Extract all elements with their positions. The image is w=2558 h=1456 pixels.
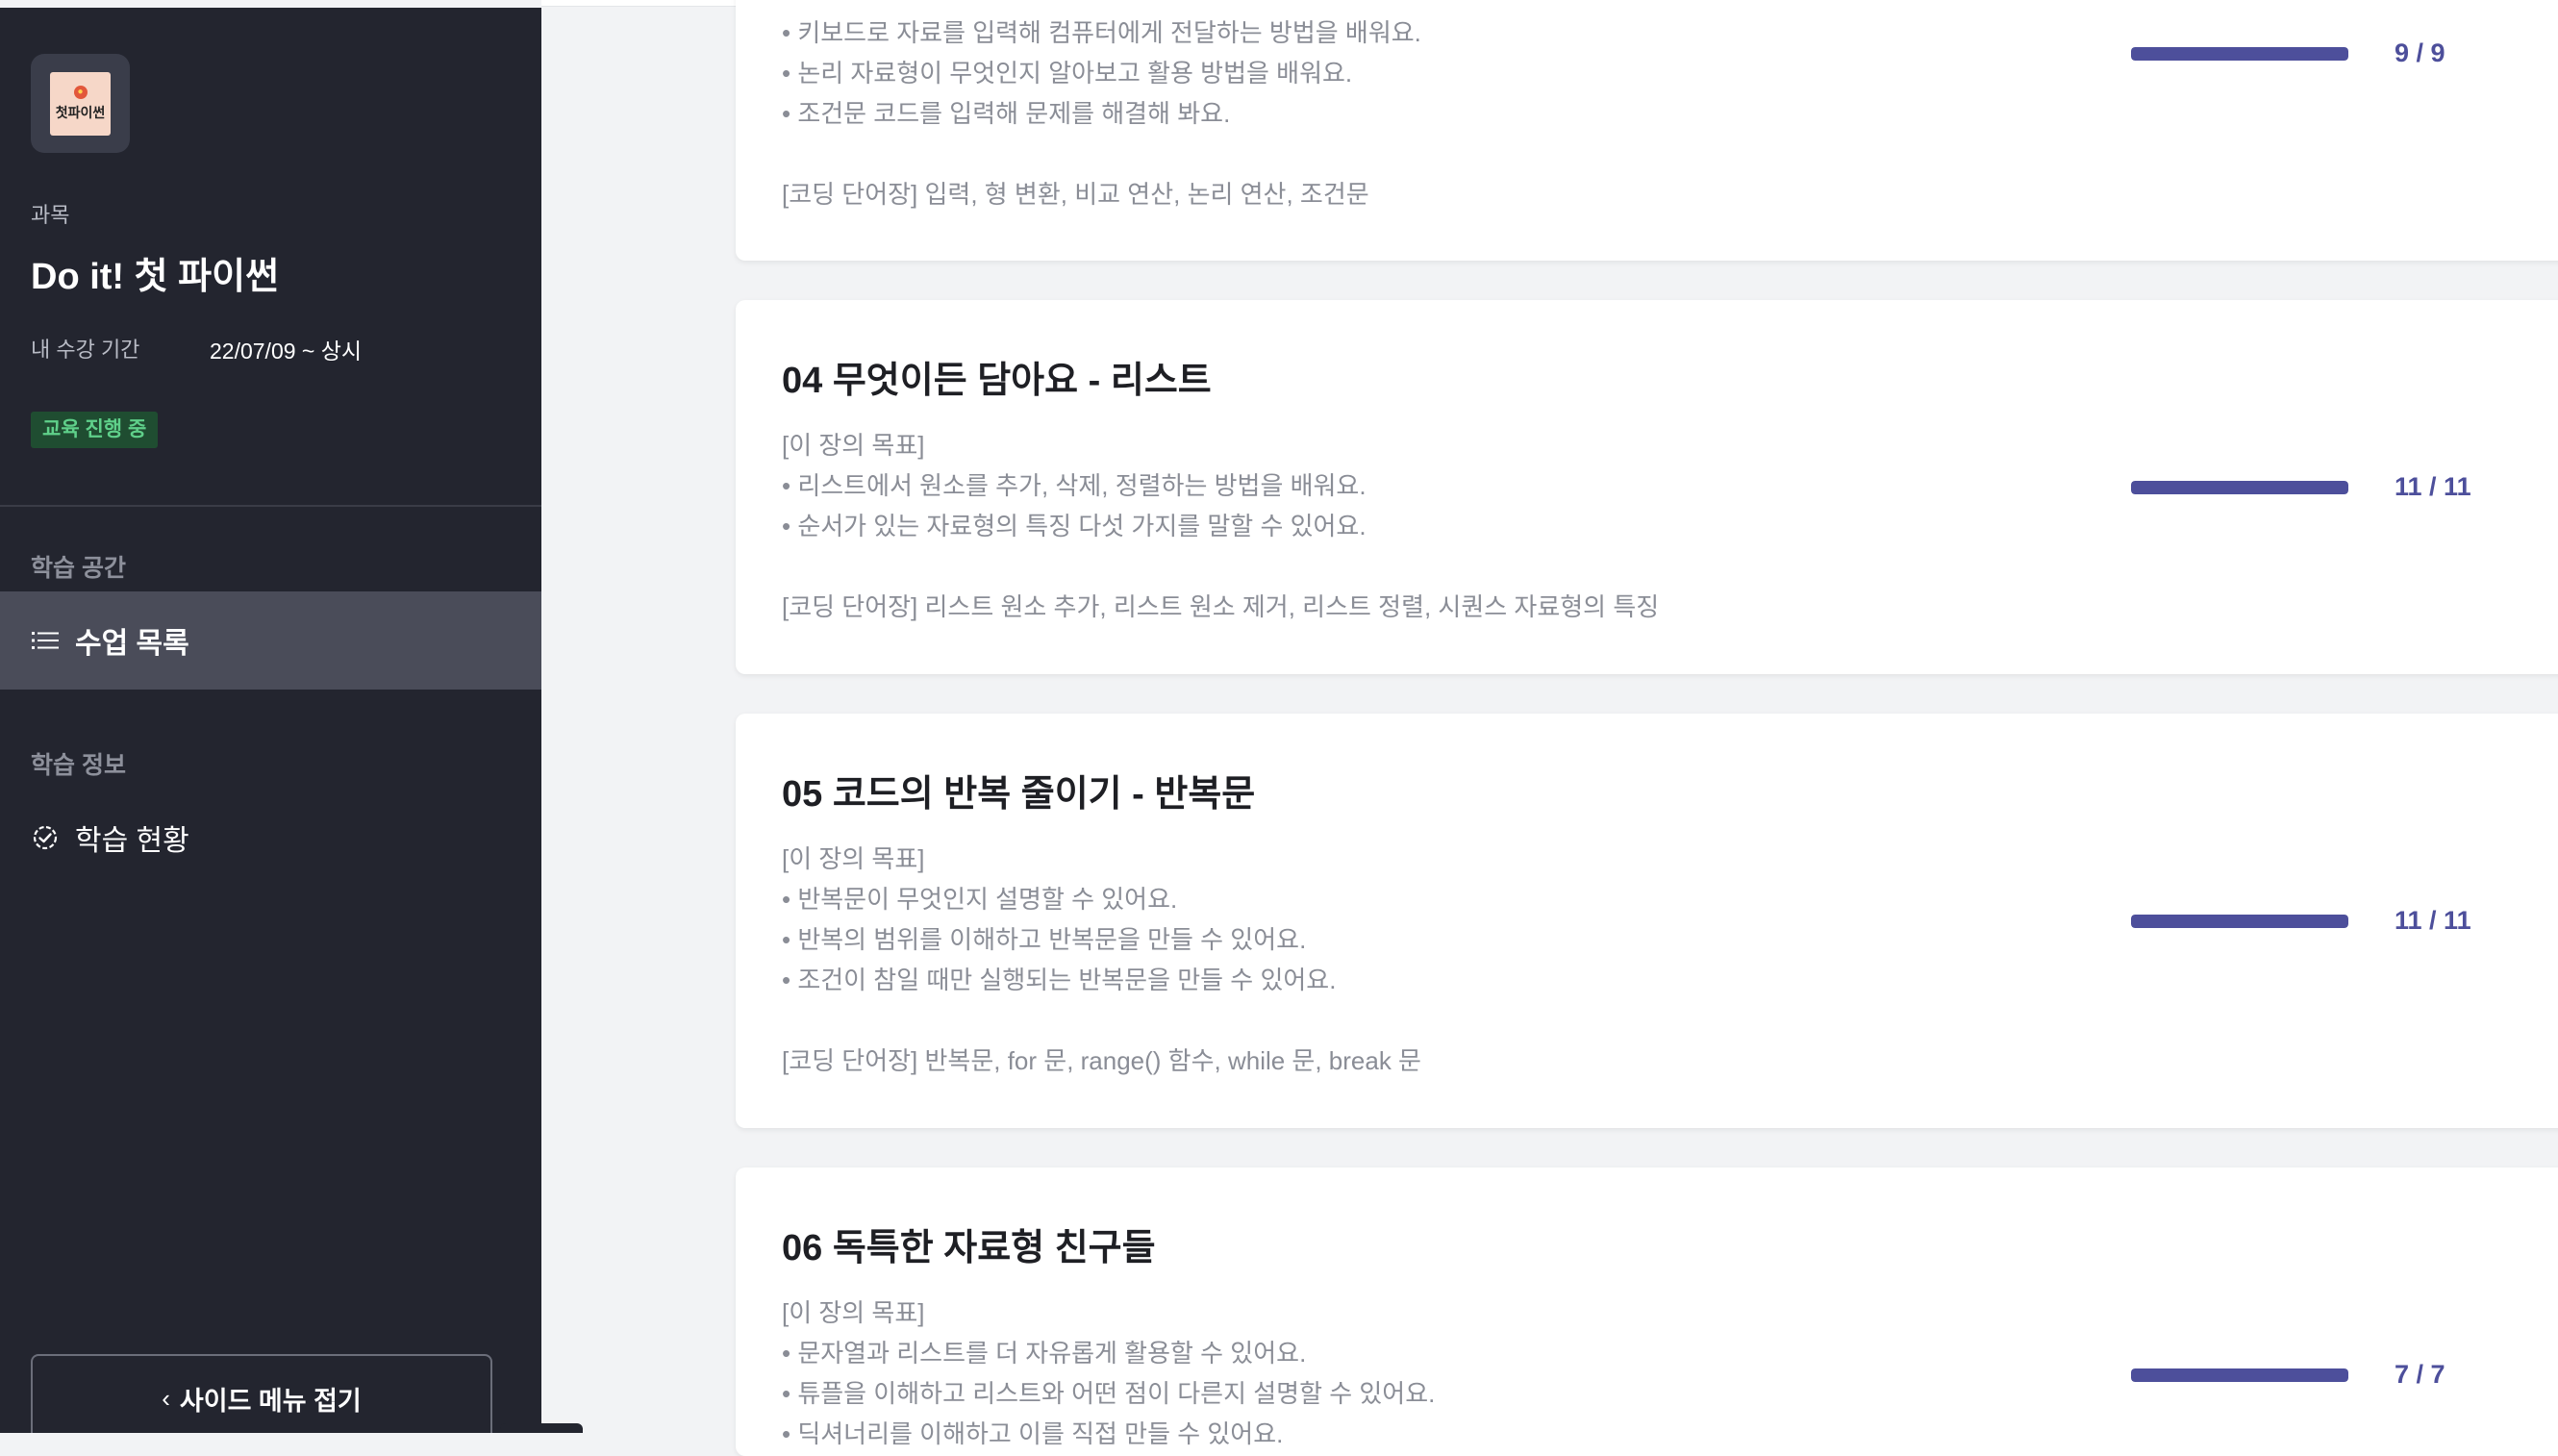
sidebar-item-label: 학습 현황 xyxy=(75,825,189,857)
goal-label: [이 장의 목표] xyxy=(782,431,925,460)
coding-keywords: [코딩 단어장] 반복문, for 문, range() 함수, while 문… xyxy=(782,1046,1421,1075)
sidebar-divider xyxy=(0,505,541,507)
section-title-learning-info: 학습 정보 xyxy=(31,752,126,779)
chapter-goals: • 키보드로 자료를 입력해 컴퓨터에게 전달하는 방법을 배워요. • 논리 … xyxy=(782,13,1421,214)
progress-count: 7 / 7 xyxy=(2395,1360,2445,1389)
chapter-goals: [이 장의 목표] • 반복문이 무엇인지 설명할 수 있어요. • 반복의 범… xyxy=(782,839,1421,1081)
chapter-title: 05 코드의 반복 줄이기 - 반복문 xyxy=(782,774,1256,815)
course-title: Do it! 첫 파이썬 xyxy=(31,257,280,297)
course-label: 과목 xyxy=(31,203,70,227)
goal-line: • 반복문이 무엇인지 설명할 수 있어요. xyxy=(782,885,1178,914)
progress-count: 9 / 9 xyxy=(2395,38,2445,67)
book-cover-icon: ● 첫파이썬 xyxy=(50,71,111,136)
goal-label: [이 장의 목표] xyxy=(782,1298,925,1327)
coding-keywords: [코딩 단어장] 입력, 형 변환, 비교 연산, 논리 연산, 조건문 xyxy=(782,180,1369,209)
sidebar-item-label: 수업 목록 xyxy=(75,628,189,660)
python-logo-icon: ● xyxy=(73,85,88,99)
period-label: 내 수강 기간 xyxy=(31,338,140,362)
check-circle-icon xyxy=(31,823,60,852)
goal-line: • 리스트에서 원소를 추가, 삭제, 정렬하는 방법을 배워요. xyxy=(782,471,1367,500)
goal-line: • 딕셔너리를 이해하고 이를 직접 만들 수 있어요. xyxy=(782,1419,1284,1448)
goal-line: • 튜플을 이해하고 리스트와 어떤 점이 다른지 설명할 수 있어요. xyxy=(782,1379,1436,1408)
progress-fill xyxy=(2131,47,2348,61)
chapter-card[interactable]: 04 무엇이든 담아요 - 리스트 [이 장의 목표] • 리스트에서 원소를 … xyxy=(736,300,2558,674)
goal-line: • 논리 자료형이 무엇인지 알아보고 활용 방법을 배워요. xyxy=(782,59,1353,88)
progress-count: 11 / 11 xyxy=(2395,472,2471,501)
status-badge: 교육 진행 중 xyxy=(31,412,159,448)
chevron-left-icon: ‹ xyxy=(162,1383,170,1413)
chapter-card[interactable]: • 키보드로 자료를 입력해 컴퓨터에게 전달하는 방법을 배워요. • 논리 … xyxy=(736,0,2558,261)
goal-line: • 순서가 있는 자료형의 특징 다섯 가지를 말할 수 있어요. xyxy=(782,512,1367,540)
period-value: 22/07/09 ~ 상시 xyxy=(210,339,363,364)
progress-count: 11 / 11 xyxy=(2395,906,2471,935)
chapter-goals: [이 장의 목표] • 문자열과 리스트를 더 자유롭게 활용할 수 있어요. … xyxy=(782,1293,1435,1454)
chapter-title: 06 독특한 자료형 친구들 xyxy=(782,1228,1156,1268)
chapter-goals: [이 장의 목표] • 리스트에서 원소를 추가, 삭제, 정렬하는 방법을 배… xyxy=(782,425,1659,627)
goal-line: • 반복의 범위를 이해하고 반복문을 만들 수 있어요. xyxy=(782,925,1307,954)
goal-line: • 조건이 참일 때만 실행되는 반복문을 만들 수 있어요. xyxy=(782,966,1337,994)
collapse-sidebar-button[interactable]: ‹ 사이드 메뉴 접기 xyxy=(31,1354,492,1433)
progress-fill xyxy=(2131,915,2348,928)
progress-fill xyxy=(2131,481,2348,494)
goal-line: • 키보드로 자료를 입력해 컴퓨터에게 전달하는 방법을 배워요. xyxy=(782,18,1421,47)
collapse-label: 사이드 메뉴 접기 xyxy=(179,1386,362,1416)
progress-fill xyxy=(2131,1368,2348,1382)
goal-line: • 조건문 코드를 입력해 문제를 해결해 봐요. xyxy=(782,99,1231,128)
progress-bar xyxy=(2131,1368,2348,1382)
sidebar-item-learning-status[interactable]: 학습 현황 xyxy=(0,789,541,887)
coding-keywords: [코딩 단어장] 리스트 원소 추가, 리스트 원소 제거, 리스트 정렬, 시… xyxy=(782,592,1660,621)
goal-line: • 문자열과 리스트를 더 자유롭게 활용할 수 있어요. xyxy=(782,1339,1307,1368)
lesson-list: • 키보드로 자료를 입력해 컴퓨터에게 전달하는 방법을 배워요. • 논리 … xyxy=(541,0,2558,1456)
progress-bar xyxy=(2131,47,2348,61)
progress-bar xyxy=(2131,481,2348,494)
chapter-card[interactable]: 05 코드의 반복 줄이기 - 반복문 [이 장의 목표] • 반복문이 무엇인… xyxy=(736,714,2558,1128)
list-icon xyxy=(31,626,60,655)
progress-bar xyxy=(2131,915,2348,928)
logo-text: 첫파이썬 xyxy=(55,104,106,120)
sidebar: ● 첫파이썬 과목 Do it! 첫 파이썬 내 수강 기간 22/07/09 … xyxy=(0,8,541,1433)
section-title-learning-space: 학습 공간 xyxy=(31,555,126,582)
chapter-title: 04 무엇이든 담아요 - 리스트 xyxy=(782,361,1212,401)
course-logo: ● 첫파이썬 xyxy=(31,54,130,153)
sidebar-item-lesson-list[interactable]: 수업 목록 xyxy=(0,591,541,690)
chapter-card[interactable]: 06 독특한 자료형 친구들 [이 장의 목표] • 문자열과 리스트를 더 자… xyxy=(736,1167,2558,1456)
goal-label: [이 장의 목표] xyxy=(782,844,925,873)
